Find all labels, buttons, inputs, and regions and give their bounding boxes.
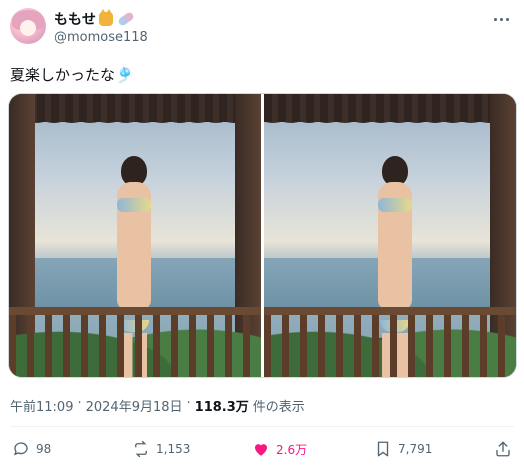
bookmark-icon [377,441,389,457]
like-count: 2.6万 [276,442,308,457]
repost-button[interactable]: 1,153 [132,440,190,458]
heart-icon [255,444,267,456]
photo-balusters [264,314,516,377]
share-icon [496,441,510,457]
reply-count: 98 [36,442,52,456]
tweet-date[interactable]: 2024年9月18日 [86,396,183,415]
media-grid [8,93,517,378]
views-count: 118.3万 [194,400,249,415]
tweet-text: 夏楽しかったな🎐 [10,66,134,84]
media-photo-1[interactable] [9,94,261,377]
bookmark-button[interactable]: 7,791 [374,440,432,458]
avatar[interactable] [10,8,46,44]
divider [10,426,514,427]
author-name-row: ももせ [54,9,135,29]
reply-icon [13,442,28,456]
reply-button[interactable]: 98 [12,440,51,458]
meta-separator: · [186,396,191,411]
photo-railing [264,306,516,315]
like-button[interactable]: 2.6万 [252,440,307,458]
candy-emoji-icon [117,11,135,27]
more-icon[interactable] [490,12,512,26]
avatar-face [20,20,36,36]
bookmark-count: 7,791 [398,442,433,456]
photo-canopy-lace [264,94,516,157]
share-button[interactable] [494,440,512,458]
display-name[interactable]: ももせ [54,9,96,29]
media-photo-2[interactable] [264,94,516,377]
cat-emoji-icon [99,9,113,26]
tweet-meta: 午前11:09 · 2024年9月18日 · 118.3万 件の表示 [10,396,305,415]
meta-separator: · [77,396,82,411]
repost-count: 1,153 [156,442,191,456]
photo-canopy-lace [9,94,261,157]
tweet-time[interactable]: 午前11:09 [10,396,73,415]
views-label: 件の表示 [252,400,305,415]
photo-railing [9,306,261,315]
photo-balusters [9,314,261,377]
repost-icon [135,440,147,458]
action-bar: 98 1,153 2.6万 7,791 [0,440,524,462]
user-handle[interactable]: @momose118 [54,30,148,45]
